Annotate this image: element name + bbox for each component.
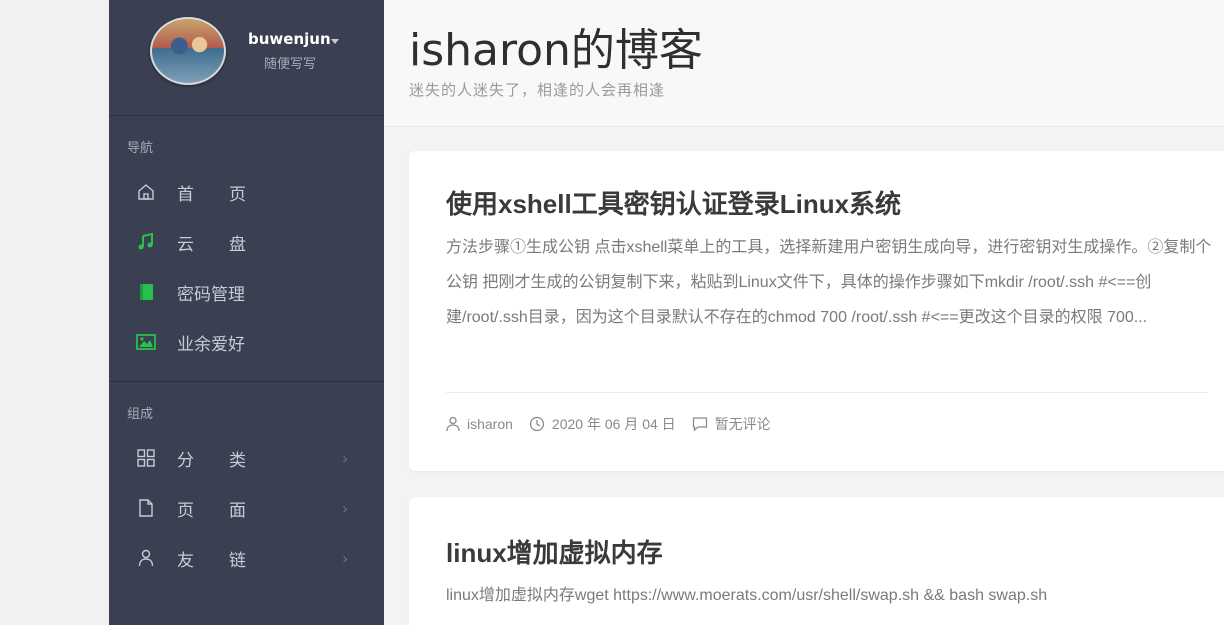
- post-excerpt: 方法步骤①生成公钥 点击xshell菜单上的工具，选择新建用户密钥生成向导，进行…: [446, 239, 1212, 326]
- book-icon: [135, 281, 157, 303]
- sidebar: buwenjun 随便写写 导航 首页 云盘 密码管理 业余爱好 组成 分类 ›…: [109, 0, 384, 625]
- post-meta: isharon 2020 年 06 月 04 日 暂无评论: [446, 410, 787, 438]
- post-comments[interactable]: 暂无评论: [692, 414, 771, 434]
- sidebar-item-label: 分类: [177, 450, 281, 471]
- image-icon: [135, 331, 157, 353]
- music-note-icon: [135, 231, 157, 253]
- sidebar-item-cloud[interactable]: 云盘: [109, 222, 384, 262]
- caret-down-icon[interactable]: [331, 39, 339, 44]
- sidebar-item-categories[interactable]: 分类 ›: [109, 438, 384, 478]
- site-header: isharon的博客 迷失的人迷失了，相逢的人会再相逢: [384, 0, 1224, 127]
- username[interactable]: buwenjun: [248, 30, 331, 48]
- home-icon: [135, 181, 157, 203]
- sidebar-item-label: 业余爱好: [177, 334, 245, 355]
- post-date: 2020 年 06 月 04 日: [529, 414, 676, 434]
- post-author[interactable]: isharon: [446, 416, 513, 432]
- sidebar-item-label: 首页: [177, 184, 281, 205]
- user-icon: [135, 547, 157, 569]
- nav-section: 导航 首页 云盘 密码管理 业余爱好: [109, 116, 384, 382]
- profile-area: buwenjun 随便写写: [109, 0, 384, 116]
- user-icon: [446, 416, 460, 432]
- post-card: 使用xshell工具密钥认证登录Linux系统 方法步骤①生成公钥 点击xshe…: [409, 151, 1224, 471]
- post-comments-text: 暂无评论: [714, 416, 771, 432]
- file-icon: [135, 497, 157, 519]
- sidebar-item-hobbies[interactable]: 业余爱好: [109, 322, 384, 362]
- clock-icon: [529, 416, 545, 432]
- divider: [446, 392, 1208, 393]
- post-card: linux增加虚拟内存 linux增加虚拟内存wget https://www.…: [409, 497, 1224, 625]
- chevron-right-icon: ›: [342, 498, 349, 518]
- sidebar-item-links[interactable]: 友链 ›: [109, 538, 384, 578]
- left-gutter: [0, 0, 109, 625]
- nav-section-title: 导航: [127, 141, 154, 156]
- post-title[interactable]: 使用xshell工具密钥认证登录Linux系统: [446, 184, 901, 221]
- grid-icon: [135, 447, 157, 469]
- site-subtitle: 迷失的人迷失了，相逢的人会再相逢: [409, 81, 666, 99]
- chevron-right-icon: ›: [342, 448, 349, 468]
- sidebar-item-pages[interactable]: 页面 ›: [109, 488, 384, 528]
- user-motto: 随便写写: [264, 57, 317, 72]
- compose-section-title: 组成: [127, 407, 154, 422]
- sidebar-item-label: 页面: [177, 500, 281, 521]
- comment-icon: [692, 417, 707, 432]
- main-content: isharon的博客 迷失的人迷失了，相逢的人会再相逢 使用xshell工具密钥…: [384, 0, 1224, 625]
- avatar[interactable]: [150, 17, 226, 85]
- post-author-name: isharon: [467, 416, 513, 432]
- post-title[interactable]: linux增加虚拟内存: [446, 533, 663, 570]
- sidebar-item-home[interactable]: 首页: [109, 172, 384, 212]
- sidebar-item-label: 密码管理: [177, 284, 245, 305]
- post-excerpt: linux增加虚拟内存wget https://www.moerats.com/…: [446, 587, 1048, 604]
- sidebar-item-passwords[interactable]: 密码管理: [109, 272, 384, 312]
- chevron-right-icon: ›: [342, 548, 349, 568]
- sidebar-item-label: 友链: [177, 550, 281, 571]
- site-title[interactable]: isharon的博客: [409, 14, 703, 78]
- sidebar-item-label: 云盘: [177, 234, 281, 255]
- post-date-text: 2020 年 06 月 04 日: [551, 416, 676, 432]
